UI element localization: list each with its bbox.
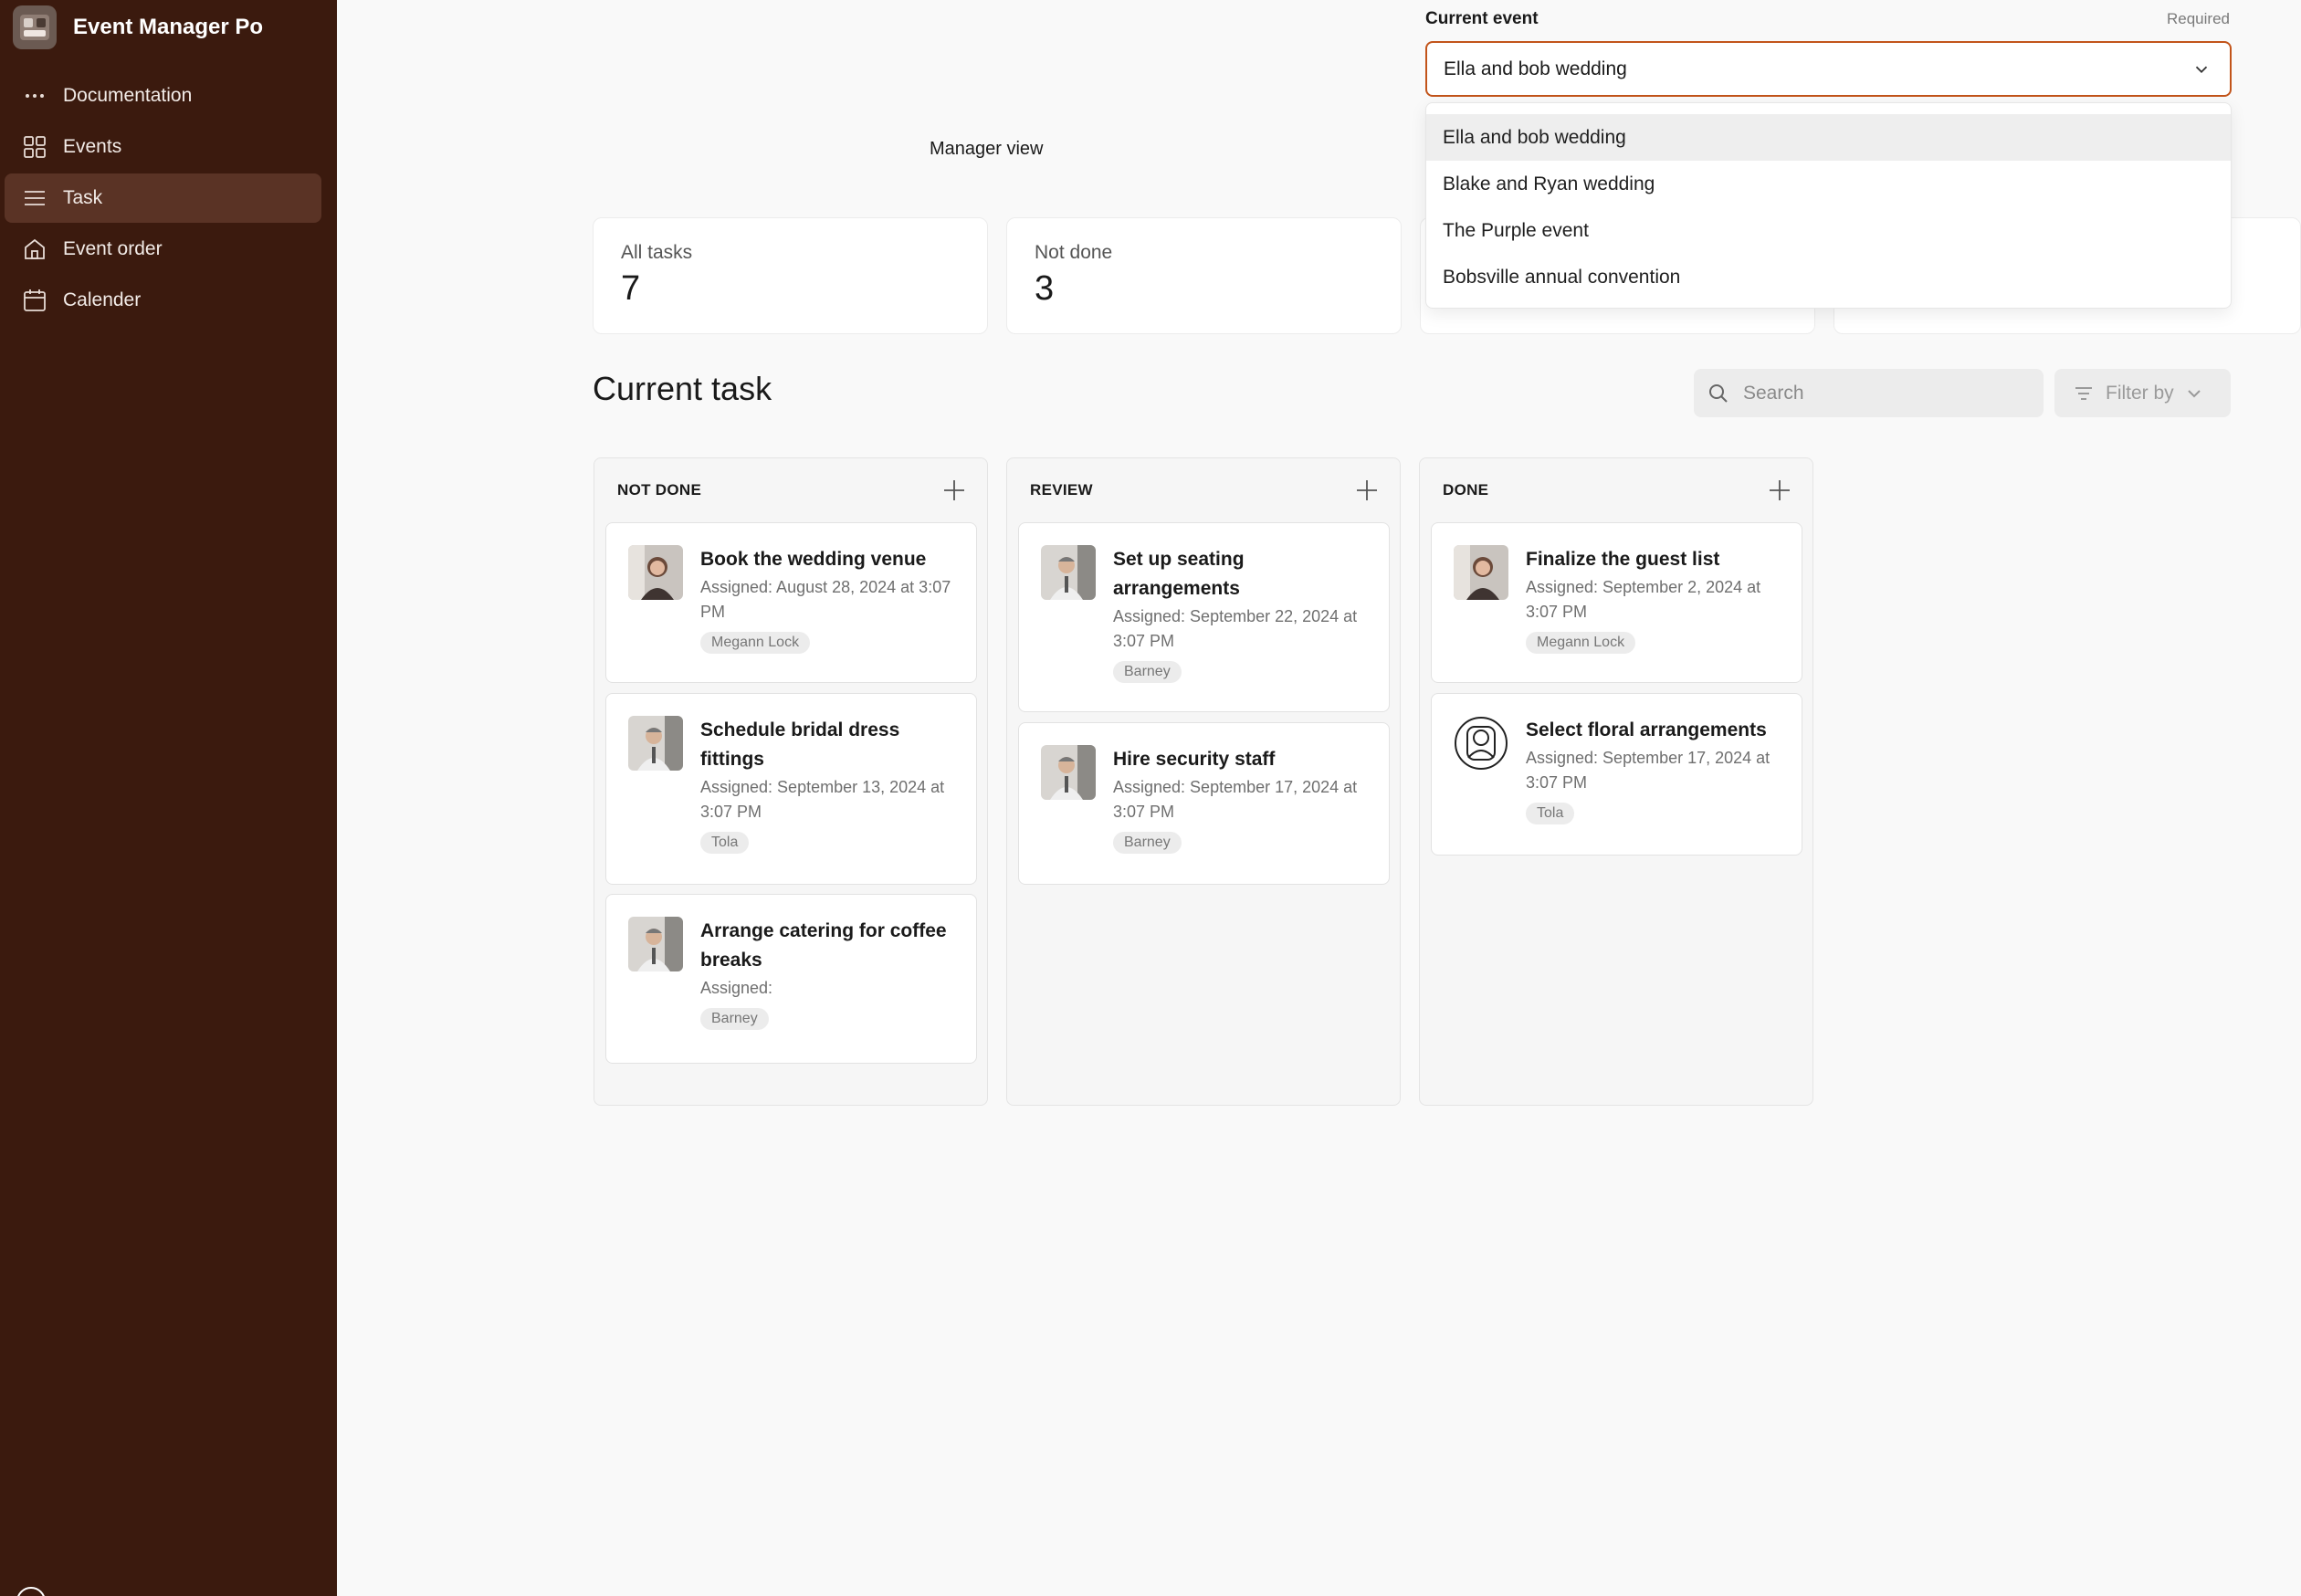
current-event-label: Current event bbox=[1425, 9, 1539, 28]
sidebar-item-label: Task bbox=[63, 187, 103, 208]
filter-label: Filter by bbox=[2106, 382, 2174, 404]
sidebar-item-documentation[interactable]: Documentation bbox=[5, 71, 321, 121]
home-icon bbox=[21, 236, 48, 263]
task-assigned: Assigned: September 22, 2024 at 3:07 PM bbox=[1113, 607, 1358, 650]
more-dots-icon bbox=[21, 82, 48, 110]
filter-button[interactable]: Filter by bbox=[2054, 369, 2231, 417]
app-name: Event Manager Po bbox=[73, 15, 264, 39]
assignee-badge: Tola bbox=[1526, 803, 1575, 824]
view-label: Manager view bbox=[930, 139, 1044, 159]
task-assigned: Assigned: September 17, 2024 at 3:07 PM bbox=[1526, 749, 1770, 792]
avatar bbox=[1454, 545, 1508, 600]
section-title: Current task bbox=[593, 370, 772, 407]
assignee-badge: Tola bbox=[700, 832, 750, 854]
task-card[interactable]: Book the wedding venue Assigned: August … bbox=[605, 522, 977, 683]
avatar bbox=[628, 545, 683, 600]
stat-label: All tasks bbox=[621, 242, 693, 263]
column-title: REVIEW bbox=[1030, 481, 1093, 499]
sidebar-item-event-order[interactable]: Event order bbox=[5, 225, 321, 274]
event-dropdown-menu: Ella and bob wedding Blake and Ryan wedd… bbox=[1425, 102, 2232, 309]
sidebar-item-label: Calender bbox=[63, 289, 142, 310]
current-event-select[interactable]: Ella and bob wedding bbox=[1425, 41, 2232, 97]
avatar bbox=[1041, 745, 1096, 800]
chevron-down-icon bbox=[2187, 389, 2201, 397]
task-assigned: Assigned: August 28, 2024 at 3:07 PM bbox=[700, 578, 951, 621]
stat-value: 3 bbox=[1035, 269, 1055, 308]
assignee-badge: Barney bbox=[1113, 661, 1182, 683]
task-assigned: Assigned: September 2, 2024 at 3:07 PM bbox=[1526, 578, 1761, 621]
dropdown-option[interactable]: Blake and Ryan wedding bbox=[1426, 161, 2231, 207]
avatar bbox=[1041, 545, 1096, 600]
avatar bbox=[628, 917, 683, 971]
stat-label: Not done bbox=[1035, 242, 1113, 263]
selected-event-value: Ella and bob wedding bbox=[1444, 58, 1627, 79]
column-header: REVIEW bbox=[1007, 458, 1400, 522]
required-indicator: Required bbox=[2167, 10, 2230, 27]
avatar bbox=[628, 716, 683, 771]
column-done: DONE Finalize the guest list Assigned: S… bbox=[1419, 457, 1813, 1106]
add-task-button[interactable] bbox=[1767, 478, 1792, 503]
task-title: Arrange catering for coffee breaks bbox=[700, 920, 947, 971]
sidebar: Event Manager Po Documentation Events Ta… bbox=[0, 0, 337, 1596]
add-task-button[interactable] bbox=[1354, 478, 1380, 503]
column-title: DONE bbox=[1443, 481, 1489, 499]
sidebar-item-events[interactable]: Events bbox=[5, 122, 321, 172]
filter-icon bbox=[2075, 386, 2092, 400]
dropdown-option[interactable]: The Purple event bbox=[1426, 207, 2231, 254]
task-card[interactable]: Set up seating arrangements Assigned: Se… bbox=[1018, 522, 1390, 712]
sidebar-nav: Documentation Events Task Event order Ca… bbox=[5, 71, 321, 327]
task-title: Select floral arrangements bbox=[1526, 719, 1767, 740]
chevron-down-icon bbox=[2195, 66, 2208, 74]
assignee-badge: Barney bbox=[1113, 832, 1182, 854]
task-card[interactable]: Hire security staff Assigned: September … bbox=[1018, 722, 1390, 885]
column-header: NOT DONE bbox=[594, 458, 987, 522]
sidebar-item-task[interactable]: Task bbox=[5, 173, 321, 223]
sidebar-item-label: Event order bbox=[63, 238, 163, 259]
task-assigned: Assigned: bbox=[700, 979, 773, 997]
search-input[interactable]: Search bbox=[1694, 369, 2044, 417]
assignee-badge: Megann Lock bbox=[1526, 632, 1636, 654]
task-card[interactable]: Arrange catering for coffee breaks Assig… bbox=[605, 894, 977, 1064]
user-placeholder-icon bbox=[1454, 716, 1508, 771]
column-review: REVIEW Set up seating arrangements Assig… bbox=[1006, 457, 1401, 1106]
search-placeholder: Search bbox=[1743, 382, 1804, 404]
column-header: DONE bbox=[1420, 458, 1812, 522]
task-title: Hire security staff bbox=[1113, 749, 1276, 770]
assignee-badge: Barney bbox=[700, 1008, 769, 1030]
task-card[interactable]: Select floral arrangements Assigned: Sep… bbox=[1431, 693, 1802, 856]
task-card[interactable]: Finalize the guest list Assigned: Septem… bbox=[1431, 522, 1802, 683]
sidebar-item-label: Events bbox=[63, 136, 122, 157]
task-title: Book the wedding venue bbox=[700, 549, 927, 570]
app-logo-icon bbox=[13, 5, 57, 49]
add-task-button[interactable] bbox=[941, 478, 967, 503]
task-title: Schedule bridal dress fittings bbox=[700, 719, 900, 770]
search-icon bbox=[1709, 383, 1728, 403]
dropdown-option[interactable]: Bobsville annual convention bbox=[1426, 254, 2231, 300]
task-title: Finalize the guest list bbox=[1526, 549, 1720, 570]
help-icon[interactable] bbox=[16, 1587, 46, 1596]
stat-card-all-tasks: All tasks 7 bbox=[593, 217, 988, 334]
task-assigned: Assigned: September 13, 2024 at 3:07 PM bbox=[700, 778, 945, 821]
task-assigned: Assigned: September 17, 2024 at 3:07 PM bbox=[1113, 778, 1358, 821]
stat-value: 7 bbox=[621, 269, 641, 308]
dropdown-option[interactable]: Ella and bob wedding bbox=[1426, 114, 2231, 161]
calendar-icon bbox=[21, 287, 48, 314]
brand[interactable]: Event Manager Po bbox=[13, 5, 263, 49]
assignee-badge: Megann Lock bbox=[700, 632, 811, 654]
column-title: NOT DONE bbox=[617, 481, 702, 499]
sidebar-item-calender[interactable]: Calender bbox=[5, 276, 321, 325]
sidebar-item-label: Documentation bbox=[63, 85, 193, 106]
stat-card-not-done: Not done 3 bbox=[1006, 217, 1402, 334]
column-not-done: NOT DONE Book the wedding venue Assigned… bbox=[594, 457, 988, 1106]
task-card[interactable]: Schedule bridal dress fittings Assigned:… bbox=[605, 693, 977, 885]
grid-icon bbox=[21, 133, 48, 161]
list-icon bbox=[21, 184, 48, 212]
task-title: Set up seating arrangements bbox=[1113, 549, 1245, 599]
